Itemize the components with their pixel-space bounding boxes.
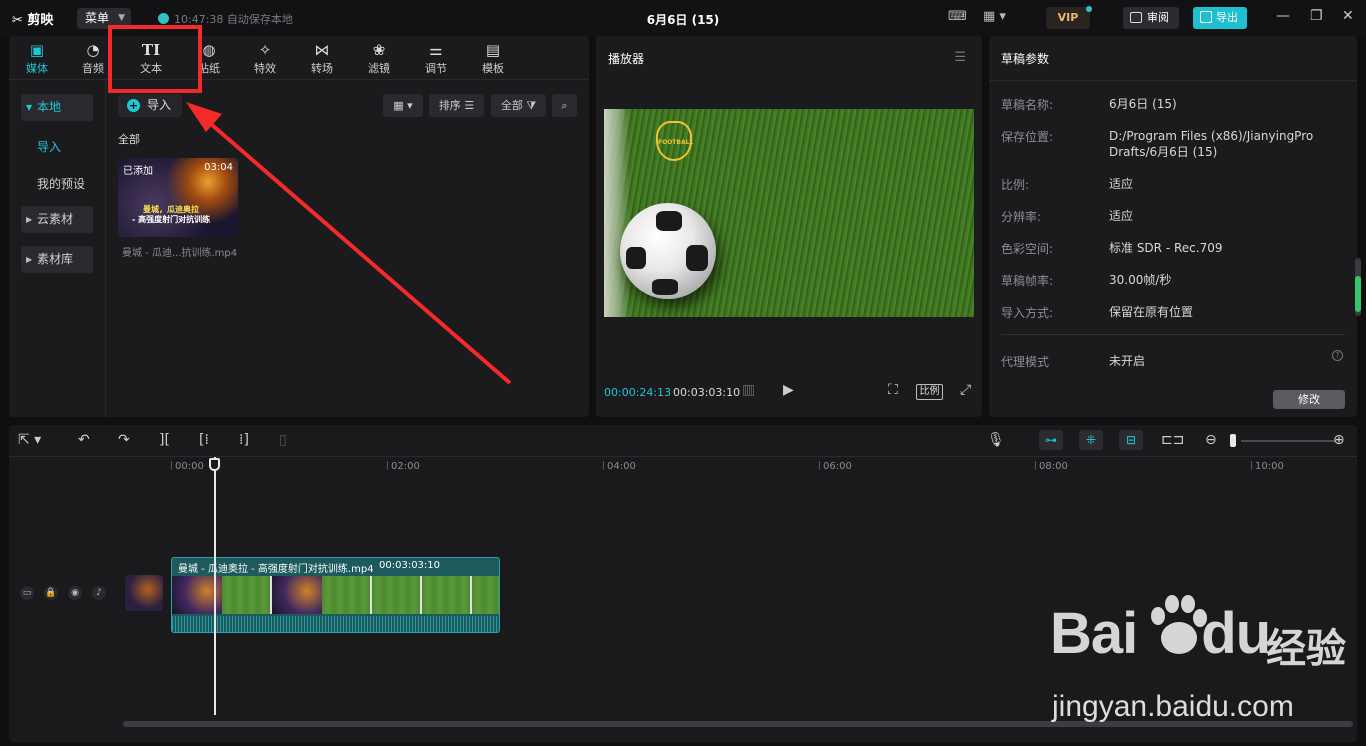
param-value: 适应 bbox=[1109, 209, 1134, 223]
track-cover-thumbnail[interactable] bbox=[125, 575, 163, 611]
clip-frame bbox=[422, 576, 472, 614]
tick-label: 04:00 bbox=[603, 461, 636, 472]
main-track-magnet-icon[interactable]: ⊶ bbox=[1039, 430, 1063, 450]
edit-button[interactable]: 修改 bbox=[1273, 390, 1345, 409]
tick-label: 00:00 bbox=[171, 461, 204, 472]
param-key: 保存位置: bbox=[1001, 130, 1054, 144]
zoom-out-icon[interactable]: ⊖ bbox=[1205, 432, 1217, 448]
track-cover-icon[interactable]: ▭ bbox=[20, 586, 34, 600]
timeline-toolbar: ⇱ ▾ ↶ ↷ ][ [⁞ ⁞] ▯ 🎙 ⊶ ⁜ ⊟ ⊏⊐ ⊖ ⊕ bbox=[9, 425, 1357, 457]
clip-frame bbox=[222, 576, 272, 614]
help-icon[interactable]: ? bbox=[1332, 350, 1343, 361]
audio-waveform bbox=[172, 616, 499, 632]
video-clip[interactable]: 曼城 - 瓜迪奥拉 - 高强度射门对抗训练.mp4 00:03:03:10 bbox=[171, 557, 500, 633]
playhead-line[interactable] bbox=[214, 457, 216, 715]
clip-duration: 00:03:03:10 bbox=[379, 560, 441, 571]
zoom-slider-handle[interactable] bbox=[1230, 434, 1236, 447]
video-preview[interactable]: FOOTBALL bbox=[604, 109, 974, 317]
menu-icon[interactable]: ☰ bbox=[954, 50, 966, 65]
auto-snap-icon[interactable]: ⁜ bbox=[1079, 430, 1103, 450]
waveform-icon[interactable]: ▥ bbox=[742, 382, 755, 398]
split-icon[interactable]: ][ bbox=[159, 432, 170, 448]
watermark-url: jingyan.baidu.com bbox=[1052, 690, 1294, 723]
watermark-brand-1: Bai bbox=[1050, 601, 1138, 666]
current-time: 00:00:24:13 bbox=[604, 386, 672, 399]
play-icon[interactable]: ▶ bbox=[783, 382, 794, 398]
watermark-brand-2: du bbox=[1201, 601, 1271, 666]
param-key: 色彩空间: bbox=[1001, 242, 1054, 256]
param-key: 代理模式 bbox=[1001, 355, 1050, 369]
param-value: 标准 SDR - Rec.709 bbox=[1109, 241, 1223, 255]
ball-patch bbox=[686, 245, 708, 271]
tick-label: 10:00 bbox=[1251, 461, 1284, 472]
param-value: 保留在原有位置 bbox=[1109, 305, 1194, 319]
ratio-button[interactable]: 比例 bbox=[916, 384, 943, 400]
tick-label: 02:00 bbox=[387, 461, 420, 472]
param-key: 比例: bbox=[1001, 178, 1030, 192]
param-key: 导入方式: bbox=[1001, 306, 1054, 320]
param-value: 适应 bbox=[1109, 177, 1134, 191]
clip-frame bbox=[372, 576, 422, 614]
fullscreen-frame-icon[interactable]: ⛶ bbox=[888, 382, 898, 398]
divider bbox=[989, 80, 1357, 81]
baidu-watermark: Bai du 经验 jingyan.baidu.com bbox=[1050, 595, 1350, 740]
ball-patch bbox=[652, 279, 678, 295]
player-panel: 播放器 ☰ FOOTBALL 00:00:24:13 00:03:03:10 ▥… bbox=[596, 36, 982, 417]
ball-patch bbox=[626, 247, 646, 269]
param-key: 分辨率: bbox=[1001, 210, 1042, 224]
preview-axis-icon[interactable]: ⊏⊐ bbox=[1161, 432, 1184, 448]
watermark-cn: 经验 bbox=[1266, 626, 1346, 672]
clip-name: 曼城 - 瓜迪奥拉 - 高强度射门对抗训练.mp4 bbox=[178, 564, 374, 575]
football-logo: FOOTBALL bbox=[656, 121, 693, 161]
divider bbox=[1001, 334, 1345, 335]
param-key: 草稿名称: bbox=[1001, 98, 1054, 112]
tick-label: 06:00 bbox=[819, 461, 852, 472]
soccer-ball bbox=[620, 203, 716, 299]
ball-patch bbox=[656, 211, 682, 231]
clip-frame bbox=[322, 576, 372, 614]
microphone-icon[interactable]: 🎙 bbox=[987, 432, 1005, 448]
clip-frame bbox=[472, 576, 499, 614]
expand-icon[interactable]: ⤢ bbox=[960, 382, 971, 398]
trim-left-icon[interactable]: [⁞ bbox=[199, 432, 209, 448]
param-key: 草稿帧率: bbox=[1001, 274, 1054, 288]
lock-icon[interactable]: 🔒 bbox=[44, 586, 58, 600]
eye-icon[interactable]: ◉ bbox=[68, 586, 82, 600]
param-value: D:/Program Files (x86)/JianyingPro Draft… bbox=[1109, 129, 1314, 159]
clip-frame bbox=[272, 576, 322, 614]
scrollbar-thumb[interactable] bbox=[1355, 276, 1361, 312]
param-value: 未开启 bbox=[1109, 354, 1146, 368]
playhead-handle[interactable] bbox=[209, 458, 220, 471]
player-title: 播放器 bbox=[608, 52, 645, 66]
draft-params-panel: 草稿参数 草稿名称: 6月6日 (15) 保存位置: D:/Program File… bbox=[989, 36, 1357, 417]
watermark-brand: Bai du bbox=[1050, 600, 1271, 667]
zoom-in-icon[interactable]: ⊕ bbox=[1333, 432, 1345, 448]
select-cursor-icon[interactable]: ⇱ ▾ bbox=[18, 432, 41, 448]
time-ruler[interactable]: 00:00 02:00 04:00 06:00 08:00 10:00 bbox=[121, 457, 1357, 477]
undo-icon[interactable]: ↶ bbox=[78, 432, 90, 448]
zoom-slider[interactable] bbox=[1241, 440, 1336, 442]
vertical-scrollbar[interactable] bbox=[1355, 258, 1361, 316]
arrow-shaft bbox=[202, 116, 512, 385]
total-time: 00:03:03:10 bbox=[673, 386, 741, 399]
param-value: 6月6日 (15) bbox=[1109, 97, 1177, 111]
param-value: 30.00帧/秒 bbox=[1109, 273, 1172, 287]
delete-icon[interactable]: ▯ bbox=[279, 432, 287, 448]
draft-title: 草稿参数 bbox=[1001, 52, 1050, 66]
trim-right-icon[interactable]: ⁞] bbox=[239, 432, 249, 448]
volume-icon[interactable]: ♪ bbox=[92, 586, 106, 600]
redo-icon[interactable]: ↷ bbox=[118, 432, 130, 448]
linkage-icon[interactable]: ⊟ bbox=[1119, 430, 1143, 450]
tick-label: 08:00 bbox=[1035, 461, 1068, 472]
field-line bbox=[604, 109, 630, 317]
